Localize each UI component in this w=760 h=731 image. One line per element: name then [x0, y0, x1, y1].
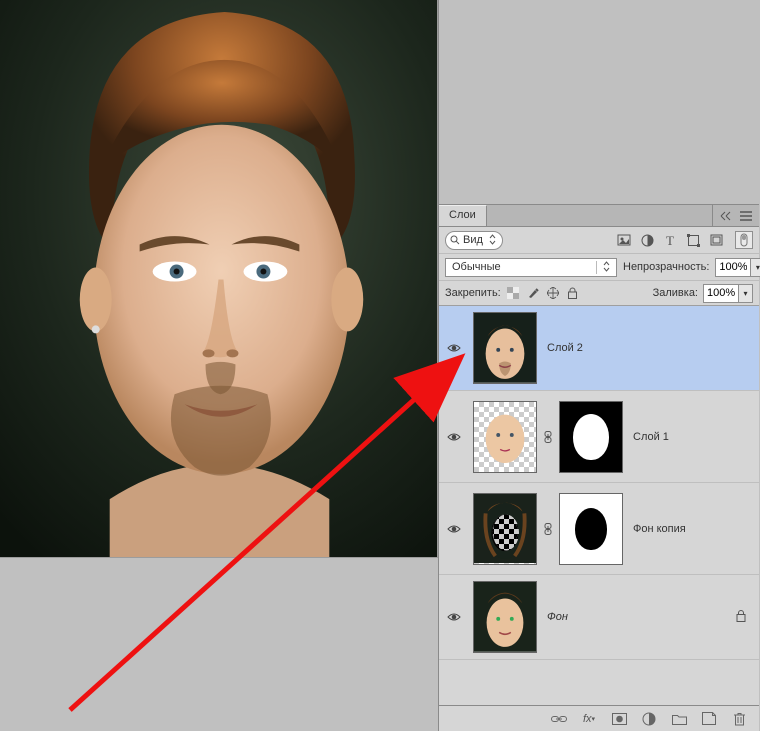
layer-name-label[interactable]: Слой 2 [537, 342, 583, 354]
adjustment-layer-icon[interactable] [641, 711, 657, 727]
layer-thumbnail[interactable] [473, 581, 537, 653]
chevron-updown-icon [596, 261, 610, 274]
panel-tabbar: Слои [439, 205, 759, 227]
lock-label: Закрепить: [445, 287, 501, 299]
layer-row[interactable]: Фон [439, 575, 759, 660]
visibility-eye-icon[interactable] [447, 612, 461, 622]
layer-thumbnail[interactable] [473, 401, 537, 473]
blend-mode-value: Обычные [452, 261, 501, 273]
chevron-updown-icon [489, 234, 496, 247]
visibility-eye-icon[interactable] [447, 524, 461, 534]
blend-opacity-row: Обычные Непрозрачность: ▾ [439, 254, 759, 281]
layers-panel-footer: fx▾ [439, 705, 759, 731]
add-mask-icon[interactable] [611, 711, 627, 727]
filter-pixel-icon[interactable] [617, 233, 631, 247]
layer-filter-select[interactable]: Вид [445, 231, 503, 250]
lock-buttons [506, 286, 580, 300]
fill-input-group: ▾ [703, 284, 753, 303]
fill-label: Заливка: [653, 287, 698, 299]
lock-icon [735, 609, 747, 625]
fx-icon[interactable]: fx▾ [581, 711, 597, 727]
filter-adjust-icon[interactable] [640, 233, 654, 247]
blend-mode-select[interactable]: Обычные [445, 258, 617, 277]
opacity-input-group: ▾ [715, 258, 760, 277]
canvas-pasteboard [0, 558, 440, 731]
layer-mask-thumbnail[interactable] [559, 493, 623, 565]
visibility-eye-icon[interactable] [447, 432, 461, 442]
new-group-icon[interactable] [671, 711, 687, 727]
lock-position-icon[interactable] [546, 286, 560, 300]
filter-type-icon[interactable]: T [663, 233, 677, 247]
layer-row[interactable]: Слой 1 [439, 391, 759, 483]
tabbar-spacer [487, 205, 712, 226]
filter-toggle-switch[interactable] [735, 231, 753, 249]
app-root: { "panel": { "title": "Слои", "search_la… [0, 0, 760, 731]
layer-thumbnail[interactable] [473, 493, 537, 565]
layer-name-label[interactable]: Фон копия [623, 523, 686, 535]
opacity-label: Непрозрачность: [623, 261, 709, 273]
lock-pixels-icon[interactable] [526, 286, 540, 300]
layer-thumbnail[interactable] [473, 312, 537, 384]
layers-tab[interactable]: Слои [439, 205, 487, 226]
mask-link-icon[interactable] [543, 523, 553, 535]
document-canvas[interactable] [0, 0, 438, 558]
layer-name-label[interactable]: Фон [537, 611, 568, 623]
layer-filter-row: Вид T [439, 227, 759, 254]
visibility-eye-icon[interactable] [447, 343, 461, 353]
panel-menu-icon[interactable] [739, 209, 753, 223]
lock-all-icon[interactable] [566, 286, 580, 300]
canvas-image [0, 0, 437, 557]
svg-text:T: T [666, 234, 674, 246]
filter-button-group: T [617, 233, 723, 247]
lock-transparency-icon[interactable] [506, 286, 520, 300]
layer-row[interactable]: Фон копия [439, 483, 759, 575]
trash-icon[interactable] [731, 711, 747, 727]
filter-shape-icon[interactable] [686, 233, 700, 247]
mask-link-icon[interactable] [543, 431, 553, 443]
filter-type-label: Вид [463, 234, 483, 246]
search-icon [450, 235, 460, 245]
collapse-icon[interactable] [719, 209, 733, 223]
lock-fill-row: Закрепить: Заливка: ▾ [439, 281, 759, 306]
layer-row[interactable]: Слой 2 [439, 306, 759, 391]
opacity-dropdown-button[interactable]: ▾ [751, 258, 760, 277]
filter-smart-icon[interactable] [709, 233, 723, 247]
new-layer-icon[interactable] [701, 711, 717, 727]
opacity-input[interactable] [715, 258, 751, 277]
fill-dropdown-button[interactable]: ▾ [739, 284, 753, 303]
fill-input[interactable] [703, 284, 739, 303]
layer-name-label[interactable]: Слой 1 [623, 431, 669, 443]
layer-mask-thumbnail[interactable] [559, 401, 623, 473]
workspace-background [438, 0, 759, 204]
layer-list: Слой 2 [439, 306, 759, 705]
layers-panel: Слои Вид T [438, 204, 759, 731]
panel-menu-buttons [712, 205, 759, 226]
link-layers-icon[interactable] [551, 711, 567, 727]
